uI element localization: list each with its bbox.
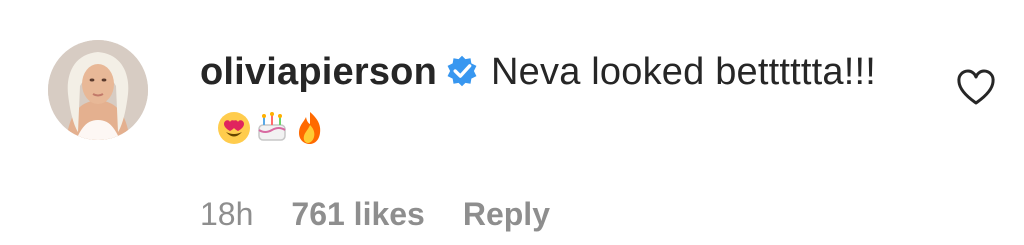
comment-meta: 18h 761 likes Reply <box>200 194 588 234</box>
heart-outline-icon <box>957 69 995 105</box>
heart-eyes-emoji-icon <box>216 106 252 144</box>
fire-emoji-icon <box>292 106 328 144</box>
reply-button[interactable]: Reply <box>463 196 550 232</box>
verified-badge-icon <box>447 55 477 87</box>
avatar[interactable] <box>48 40 148 140</box>
comment-timestamp: 18h <box>200 196 254 232</box>
comment-text: Neva looked betttttta!!! <box>491 51 877 93</box>
avatar-image <box>48 40 148 140</box>
comment-body: oliviapierson Neva looked betttttta!!! <box>200 44 920 156</box>
username-link[interactable]: oliviapierson <box>200 51 437 93</box>
comment-likes-count[interactable]: 761 likes <box>291 196 424 232</box>
birthday-cake-emoji-icon <box>254 106 290 142</box>
like-button[interactable] <box>956 68 996 106</box>
comment: oliviapierson Neva looked betttttta!!! 1… <box>0 0 1024 245</box>
